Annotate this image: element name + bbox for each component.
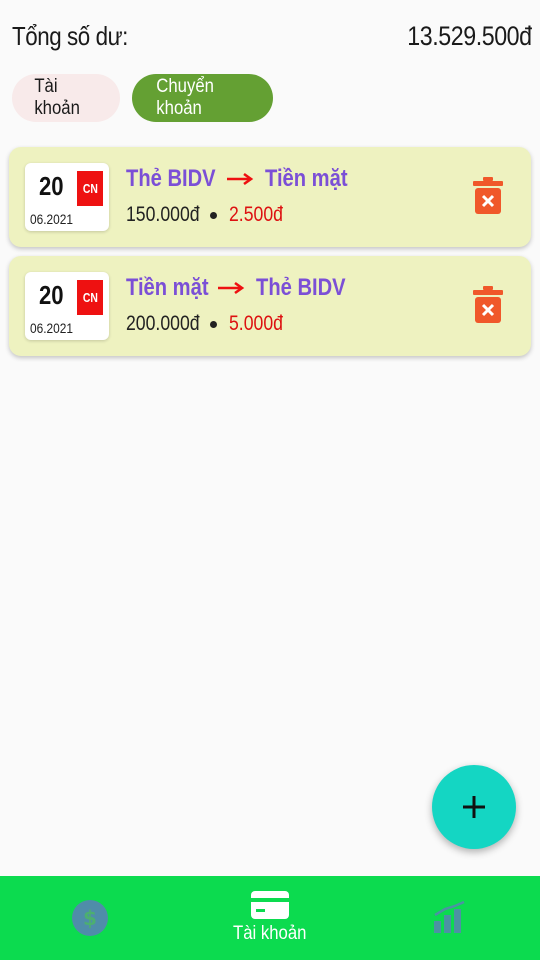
balance-total: 13.529.500đ	[407, 20, 533, 51]
transfer-amounts: 200.000đ 5.000đ	[126, 312, 293, 336]
nav-item-money[interactable]: $	[60, 876, 120, 960]
to-account: Tiền mặt	[264, 165, 348, 192]
date-weekday: CN	[77, 280, 103, 315]
transfer-route: Thẻ BIDV Tiền mặt	[126, 165, 363, 193]
nav-item-accounts[interactable]: Tài khoản	[210, 876, 330, 960]
to-account: Thẻ BIDV	[256, 274, 346, 301]
tab-transfers[interactable]: Chuyển khoản	[132, 74, 273, 122]
date-weekday: CN	[77, 171, 103, 206]
date-month-year: 06.2021	[30, 320, 74, 336]
nav-label-accounts: Tài khoản	[233, 923, 307, 944]
tab-accounts[interactable]: Tài khoản	[12, 74, 120, 122]
from-account: Tiền mặt	[126, 274, 209, 301]
card-icon	[251, 891, 289, 919]
delete-trash-icon[interactable]	[473, 286, 503, 324]
transfer-amount: 200.000đ	[126, 312, 200, 335]
transfer-card[interactable]: 20 CN 06.2021 Tiền mặt Thẻ BIDV 200.000đ…	[9, 256, 531, 356]
transfer-route: Tiền mặt Thẻ BIDV	[126, 274, 363, 302]
header: Tổng số dư: 13.529.500đ	[12, 14, 532, 58]
nav-item-stats[interactable]	[420, 876, 480, 960]
transfer-amount: 150.000đ	[126, 203, 200, 226]
date-day: 20	[39, 280, 64, 310]
chart-icon	[434, 901, 465, 933]
date-badge: 20 CN 06.2021	[25, 163, 109, 231]
date-day: 20	[39, 171, 64, 201]
transfer-fee: 2.500đ	[228, 203, 283, 226]
date-badge: 20 CN 06.2021	[25, 272, 109, 340]
arrow-right-icon	[218, 281, 246, 295]
plus-icon	[463, 796, 485, 818]
add-transfer-button[interactable]	[432, 765, 516, 849]
transfer-list: 20 CN 06.2021 Thẻ BIDV Tiền mặt 150.000đ…	[9, 147, 531, 365]
from-account: Thẻ BIDV	[126, 165, 216, 192]
date-month-year: 06.2021	[30, 211, 74, 227]
delete-trash-icon[interactable]	[473, 177, 503, 215]
tab-bar: Tài khoản Chuyển khoản	[12, 74, 273, 122]
arrow-right-icon	[226, 172, 255, 186]
balance-title: Tổng số dư:	[12, 20, 128, 51]
bottom-nav: $ Tài khoản	[0, 876, 540, 960]
transfer-card[interactable]: 20 CN 06.2021 Thẻ BIDV Tiền mặt 150.000đ…	[9, 147, 531, 247]
dollar-coin-icon: $	[72, 900, 108, 936]
transfer-fee: 5.000đ	[228, 312, 283, 335]
separator-dot	[209, 211, 217, 219]
separator-dot	[209, 320, 217, 328]
svg-text:$: $	[83, 906, 97, 930]
transfer-amounts: 150.000đ 2.500đ	[126, 203, 293, 227]
